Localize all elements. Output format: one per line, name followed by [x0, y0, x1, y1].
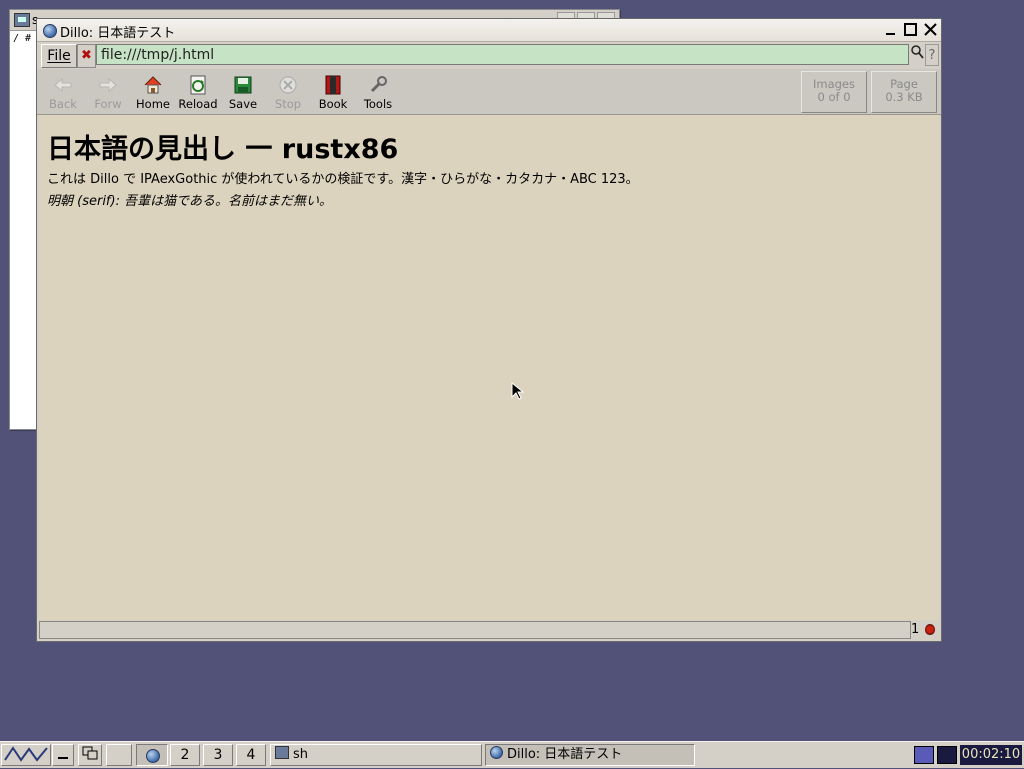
paragraph-text: これは Dillo で IPAexGothic が使われているかの検証です。漢字… — [47, 172, 639, 187]
home-label: Home — [136, 97, 170, 111]
forward-button[interactable]: Forw — [86, 75, 130, 111]
forward-arrow-icon — [99, 77, 117, 93]
serif-label: 明朝 (serif): — [47, 194, 120, 209]
workspace-1-active[interactable] — [136, 744, 168, 766]
save-icon — [234, 76, 252, 94]
task-sh-label: sh — [293, 747, 309, 762]
dillo-globe-icon — [490, 746, 503, 759]
url-input[interactable]: file:///tmp/j.html — [96, 44, 909, 65]
icewm-logo-icon — [4, 746, 48, 762]
dillo-globe-icon — [146, 749, 160, 763]
workspace-1-button[interactable] — [106, 744, 132, 766]
help-button[interactable]: ? — [925, 44, 939, 66]
stop-label: Stop — [274, 97, 302, 111]
status-bar — [39, 621, 911, 639]
serif-paragraph: 明朝 (serif): 吾輩は猫である。名前はまだ無い。 — [47, 190, 332, 209]
page-size-info: Page 0.3 KB — [871, 71, 937, 113]
save-button[interactable]: Save — [221, 75, 265, 111]
start-menu-button[interactable] — [1, 744, 51, 766]
minimize-all-icon — [58, 757, 68, 759]
clock[interactable]: 00:02:10 — [960, 745, 1022, 765]
forward-label: Forw — [94, 97, 122, 111]
bug-icon — [925, 624, 935, 635]
maximize-button[interactable] — [902, 21, 919, 38]
task-dillo[interactable]: Dillo: 日本語テスト — [485, 744, 695, 766]
stop-button[interactable]: Stop — [266, 75, 310, 111]
close-button[interactable] — [922, 21, 939, 38]
reload-label: Reload — [178, 97, 218, 111]
network-monitor[interactable] — [937, 746, 957, 764]
workspace-3-button[interactable]: 3 — [203, 744, 233, 766]
page-content[interactable]: 日本語の見出し 一 rustx86 これは Dillo で IPAexGothi… — [39, 115, 939, 620]
home-button[interactable]: Home — [131, 75, 175, 111]
bug-meter[interactable]: 1 — [911, 621, 937, 639]
bug-count: 1 — [911, 622, 920, 637]
maximize-icon — [904, 23, 917, 36]
reload-button[interactable]: Reload — [176, 75, 220, 111]
workspace-2-button[interactable]: 2 — [170, 744, 200, 766]
dillo-globe-icon — [43, 24, 57, 38]
workspace-4-button[interactable]: 4 — [236, 744, 266, 766]
terminal-icon — [14, 13, 30, 27]
task-sh[interactable]: sh — [270, 744, 482, 766]
search-icon — [910, 45, 924, 59]
windows-icon — [82, 746, 98, 760]
book-icon — [325, 75, 341, 95]
home-icon — [144, 76, 162, 94]
book-label: Book — [318, 97, 348, 111]
page-heading: 日本語の見出し 一 rustx86 — [47, 134, 399, 165]
file-menu-button[interactable]: File — [41, 44, 77, 68]
mouse-cursor-icon — [511, 381, 525, 400]
back-label: Back — [49, 97, 77, 111]
reload-icon — [190, 75, 206, 95]
dillo-window[interactable]: Dillo: 日本語テスト File ✖ file:///tmp/j.html … — [36, 18, 942, 642]
search-button[interactable] — [909, 44, 924, 66]
window-list-button[interactable] — [78, 744, 102, 766]
minimize-button[interactable] — [882, 21, 899, 38]
location-bar: File ✖ file:///tmp/j.html ? — [39, 43, 939, 69]
tools-button[interactable]: Tools — [356, 75, 400, 111]
task-dillo-label: Dillo: 日本語テスト — [507, 747, 623, 762]
show-desktop-button[interactable] — [52, 744, 74, 766]
stop-icon — [279, 76, 297, 94]
save-label: Save — [228, 97, 258, 111]
minimize-icon — [886, 33, 895, 35]
page-value: 0.3 KB — [885, 90, 923, 104]
serif-text: 吾輩は猫である。名前はまだ無い。 — [124, 194, 332, 209]
bookmarks-button[interactable]: Book — [311, 75, 355, 111]
back-arrow-icon — [54, 77, 72, 93]
wrench-icon — [370, 76, 387, 93]
images-value: 0 of 0 — [817, 90, 851, 104]
back-button[interactable]: Back — [41, 75, 85, 111]
tools-label: Tools — [363, 97, 393, 111]
toolbar: Back Forw Home Reload Save Stop Book Too… — [37, 69, 941, 115]
window-title: Dillo: 日本語テスト — [60, 26, 176, 41]
taskbar: 2 3 4 sh Dillo: 日本語テスト 00:02:10 — [0, 741, 1024, 768]
terminal-icon — [275, 746, 289, 759]
window-titlebar[interactable]: Dillo: 日本語テスト — [37, 19, 941, 42]
close-icon — [924, 23, 937, 36]
clear-url-button[interactable]: ✖ — [77, 44, 96, 68]
cpu-monitor[interactable] — [914, 746, 934, 764]
images-info: Images 0 of 0 — [801, 71, 867, 113]
